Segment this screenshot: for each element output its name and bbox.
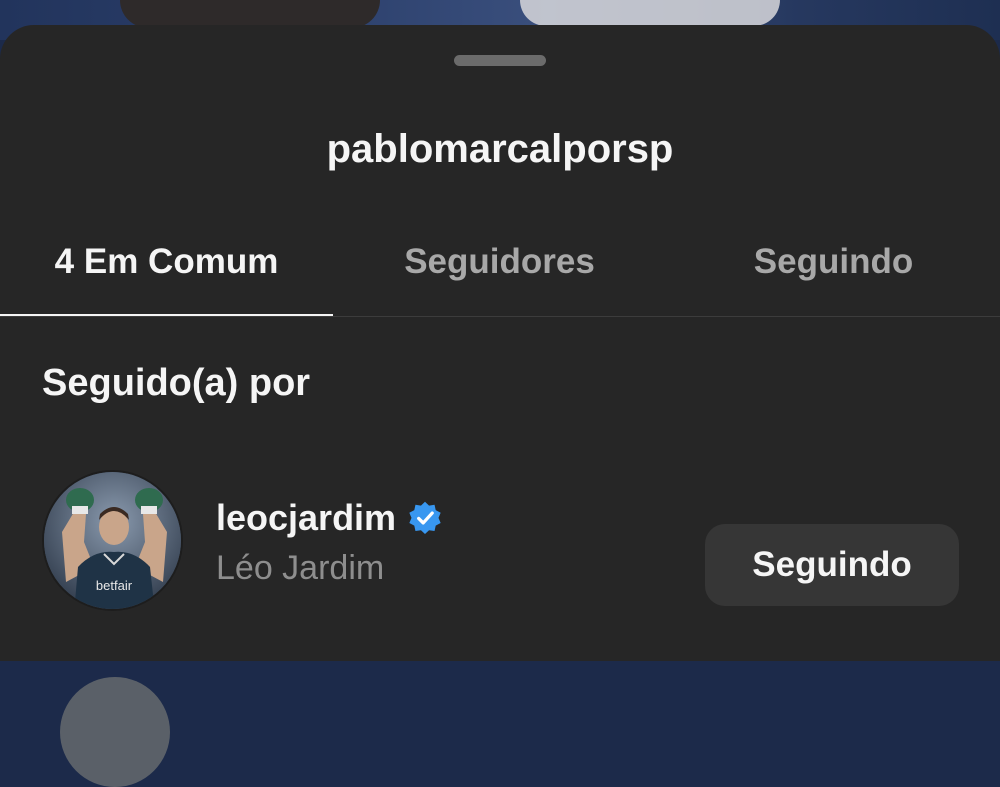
following-button[interactable]: Seguindo [705, 524, 959, 606]
tab-bar: 4 Em Comum Seguidores Seguindo [0, 235, 1000, 317]
drag-handle[interactable] [454, 55, 546, 66]
full-name: Léo Jardim [216, 549, 385, 587]
sheet-title: pablomarcalporsp [326, 127, 674, 171]
username[interactable]: leocjardim [216, 497, 396, 538]
avatar[interactable] [60, 677, 170, 787]
tab-divider [0, 316, 1000, 317]
svg-text:betfair: betfair [96, 578, 133, 593]
list-item[interactable]: betfair leocjardim Léo Jardim Seguindo [0, 467, 1000, 617]
background-photo-left [120, 0, 380, 28]
tab-em-comum[interactable]: 4 Em Comum [0, 235, 333, 315]
bottom-sheet: pablomarcalporsp 4 Em Comum Seguidores S… [0, 25, 1000, 787]
background-photo-right [520, 0, 780, 26]
tab-seguidores[interactable]: Seguidores [333, 235, 666, 315]
verified-badge-icon [408, 501, 441, 535]
profile-photo-icon: betfair [44, 472, 181, 609]
section-heading: Seguido(a) por [42, 362, 311, 404]
username-row: leocjardim [216, 497, 443, 547]
avatar[interactable]: betfair [42, 470, 183, 611]
tab-seguindo[interactable]: Seguindo [667, 235, 1000, 315]
